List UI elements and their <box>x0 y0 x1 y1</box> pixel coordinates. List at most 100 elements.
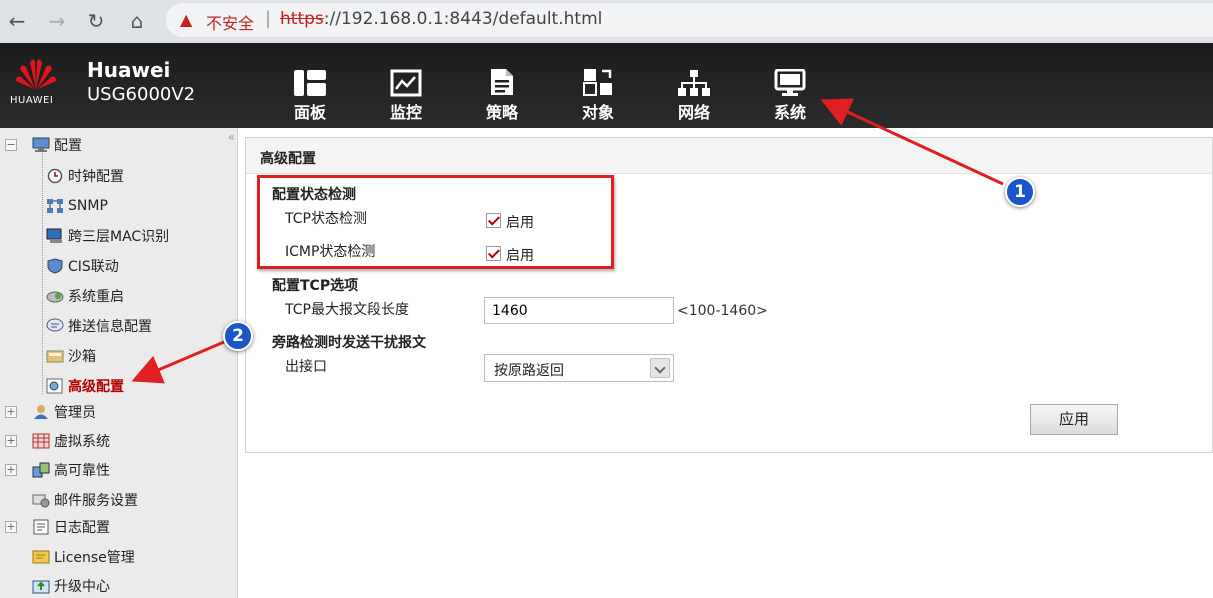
highlight-box <box>257 175 614 269</box>
tree-item-snmp[interactable]: SNMP <box>46 195 108 217</box>
menu-objects[interactable]: 对象 <box>570 65 626 123</box>
tcp-mss-range-hint: <100-1460> <box>677 303 768 319</box>
egress-interface-label: 出接口 <box>285 359 327 375</box>
forward-icon[interactable]: → <box>44 8 70 34</box>
apply-button[interactable]: 应用 <box>1030 404 1118 435</box>
menu-policy[interactable]: 策略 <box>474 65 530 123</box>
license-icon <box>32 549 50 565</box>
tree-item-label: 日志配置 <box>54 520 110 536</box>
section-tcp-options: 配置TCP选项 <box>272 278 359 294</box>
tree-item-push[interactable]: 推送信息配置 <box>46 315 152 337</box>
tcp-mss-input[interactable] <box>484 297 674 324</box>
expand-toggle-icon[interactable]: + <box>5 435 17 447</box>
logo-text: HUAWEI <box>10 95 54 106</box>
computer-config-icon <box>32 137 50 153</box>
tree-item-vsys[interactable]: + 虚拟系统 <box>0 430 110 452</box>
network-icon <box>678 70 710 96</box>
tree-item-label: 推送信息配置 <box>68 319 152 335</box>
menu-dashboard-label: 面板 <box>293 103 326 122</box>
reboot-icon <box>46 288 64 304</box>
sandbox-icon <box>46 348 64 364</box>
document-icon <box>491 69 513 95</box>
clock-icon <box>46 168 64 184</box>
home-icon[interactable]: ⌂ <box>124 8 150 34</box>
tree-item-label: 高级配置 <box>68 379 124 395</box>
objects-icon <box>583 69 612 96</box>
tree-item-label: 邮件服务设置 <box>54 493 138 509</box>
section-bypass: 旁路检测时发送干扰报文 <box>272 335 426 351</box>
tree-item-label: 系统重启 <box>68 289 124 305</box>
page-title: 高级配置 <box>260 151 316 167</box>
egress-interface-select[interactable]: 按原路返回 <box>484 354 674 382</box>
url-scheme: https <box>280 9 324 29</box>
menu-system-label: 系统 <box>773 103 806 122</box>
url-text[interactable]: https://192.168.0.1:8443/default.html <box>280 9 602 29</box>
warning-icon[interactable]: ▲ <box>180 10 192 29</box>
tree-item-advanced[interactable]: 高级配置 <box>46 375 124 397</box>
egress-selected-value: 按原路返回 <box>494 363 564 379</box>
snmp-icon <box>46 198 64 214</box>
security-label[interactable]: 不安全 <box>206 10 254 34</box>
menu-network[interactable]: 网络 <box>666 65 722 123</box>
tree-item-label: 配置 <box>54 138 82 154</box>
tree-item-mail[interactable]: 邮件服务设置 <box>0 489 138 511</box>
expand-toggle-icon[interactable]: + <box>5 406 17 418</box>
mail-settings-icon <box>32 492 50 508</box>
log-config-icon <box>32 519 50 535</box>
expand-toggle-icon[interactable]: + <box>5 464 17 476</box>
menu-monitor[interactable]: 监控 <box>378 65 434 123</box>
menu-system[interactable]: 系统 <box>762 65 818 123</box>
tcp-mss-label: TCP最大报文段长度 <box>285 302 409 318</box>
divider: | <box>265 8 272 29</box>
tree-item-admin[interactable]: + 管理员 <box>0 401 96 423</box>
tree-item-label: License管理 <box>54 550 135 566</box>
reload-icon[interactable]: ↻ <box>83 8 109 34</box>
chevron-down-icon[interactable] <box>650 358 670 378</box>
upgrade-icon <box>32 578 50 594</box>
tree-item-reboot[interactable]: 系统重启 <box>46 285 124 307</box>
tree-item-label: 高可靠性 <box>54 463 110 479</box>
back-icon[interactable]: ← <box>4 8 30 34</box>
tree-item-config[interactable]: − 配置 <box>0 134 82 156</box>
tree-item-label: 跨三层MAC识别 <box>68 229 170 245</box>
browser-toolbar: ← → ↻ ⌂ ▲ 不安全 | https://192.168.0.1:8443… <box>0 0 1213 43</box>
annotation-badge-1: 1 <box>1005 177 1035 207</box>
mac-identify-icon <box>46 228 64 244</box>
menu-policy-label: 策略 <box>485 103 518 122</box>
huawei-logo-icon <box>16 59 56 89</box>
tree-item-clock[interactable]: 时钟配置 <box>46 165 124 187</box>
tree-item-label: SNMP <box>68 198 108 214</box>
panel-header: 高级配置 <box>246 138 1212 174</box>
admin-icon <box>32 404 50 420</box>
tree-item-label: CIS联动 <box>68 259 119 275</box>
device-model: USG6000V2 <box>87 84 196 105</box>
annotation-badge-2: 2 <box>223 321 253 351</box>
tree-item-mac[interactable]: 跨三层MAC识别 <box>46 225 169 247</box>
monitor-chart-icon <box>390 69 422 97</box>
virtual-system-icon <box>32 433 50 449</box>
address-bar[interactable]: ▲ 不安全 | https://192.168.0.1:8443/default… <box>166 3 1213 37</box>
tree-item-label: 沙箱 <box>68 349 96 365</box>
menu-dashboard[interactable]: 面板 <box>282 65 338 123</box>
tree-item-sandbox[interactable]: 沙箱 <box>46 345 96 367</box>
menu-network-label: 网络 <box>677 103 710 122</box>
menu-objects-label: 对象 <box>581 103 614 122</box>
advanced-config-icon <box>46 378 64 394</box>
tree-item-license[interactable]: License管理 <box>0 546 135 568</box>
tree-item-label: 管理员 <box>54 405 96 421</box>
dashboard-icon <box>294 70 326 96</box>
tree-item-cis[interactable]: CIS联动 <box>46 255 119 277</box>
tree-item-label: 升级中心 <box>54 579 110 595</box>
tree-item-ha[interactable]: + 高可靠性 <box>0 459 110 481</box>
expand-toggle-icon[interactable]: + <box>5 521 17 533</box>
tree-item-log[interactable]: + 日志配置 <box>0 516 110 538</box>
sidebar-tree: « − 配置 时钟配置 SNMP 跨三层MAC识别 CIS联动 系统重启 推送信… <box>0 128 238 598</box>
app-header: HUAWEI Huawei USG6000V2 面板 监控 策略 对象 网络 系… <box>0 43 1213 128</box>
computer-icon <box>774 69 806 96</box>
tree-item-label: 虚拟系统 <box>54 434 110 450</box>
message-icon <box>46 318 64 334</box>
menu-monitor-label: 监控 <box>389 103 422 122</box>
tree-item-upgrade[interactable]: 升级中心 <box>0 575 110 597</box>
collapse-toggle-icon[interactable]: − <box>5 139 17 151</box>
collapse-icon[interactable]: « <box>228 130 235 144</box>
